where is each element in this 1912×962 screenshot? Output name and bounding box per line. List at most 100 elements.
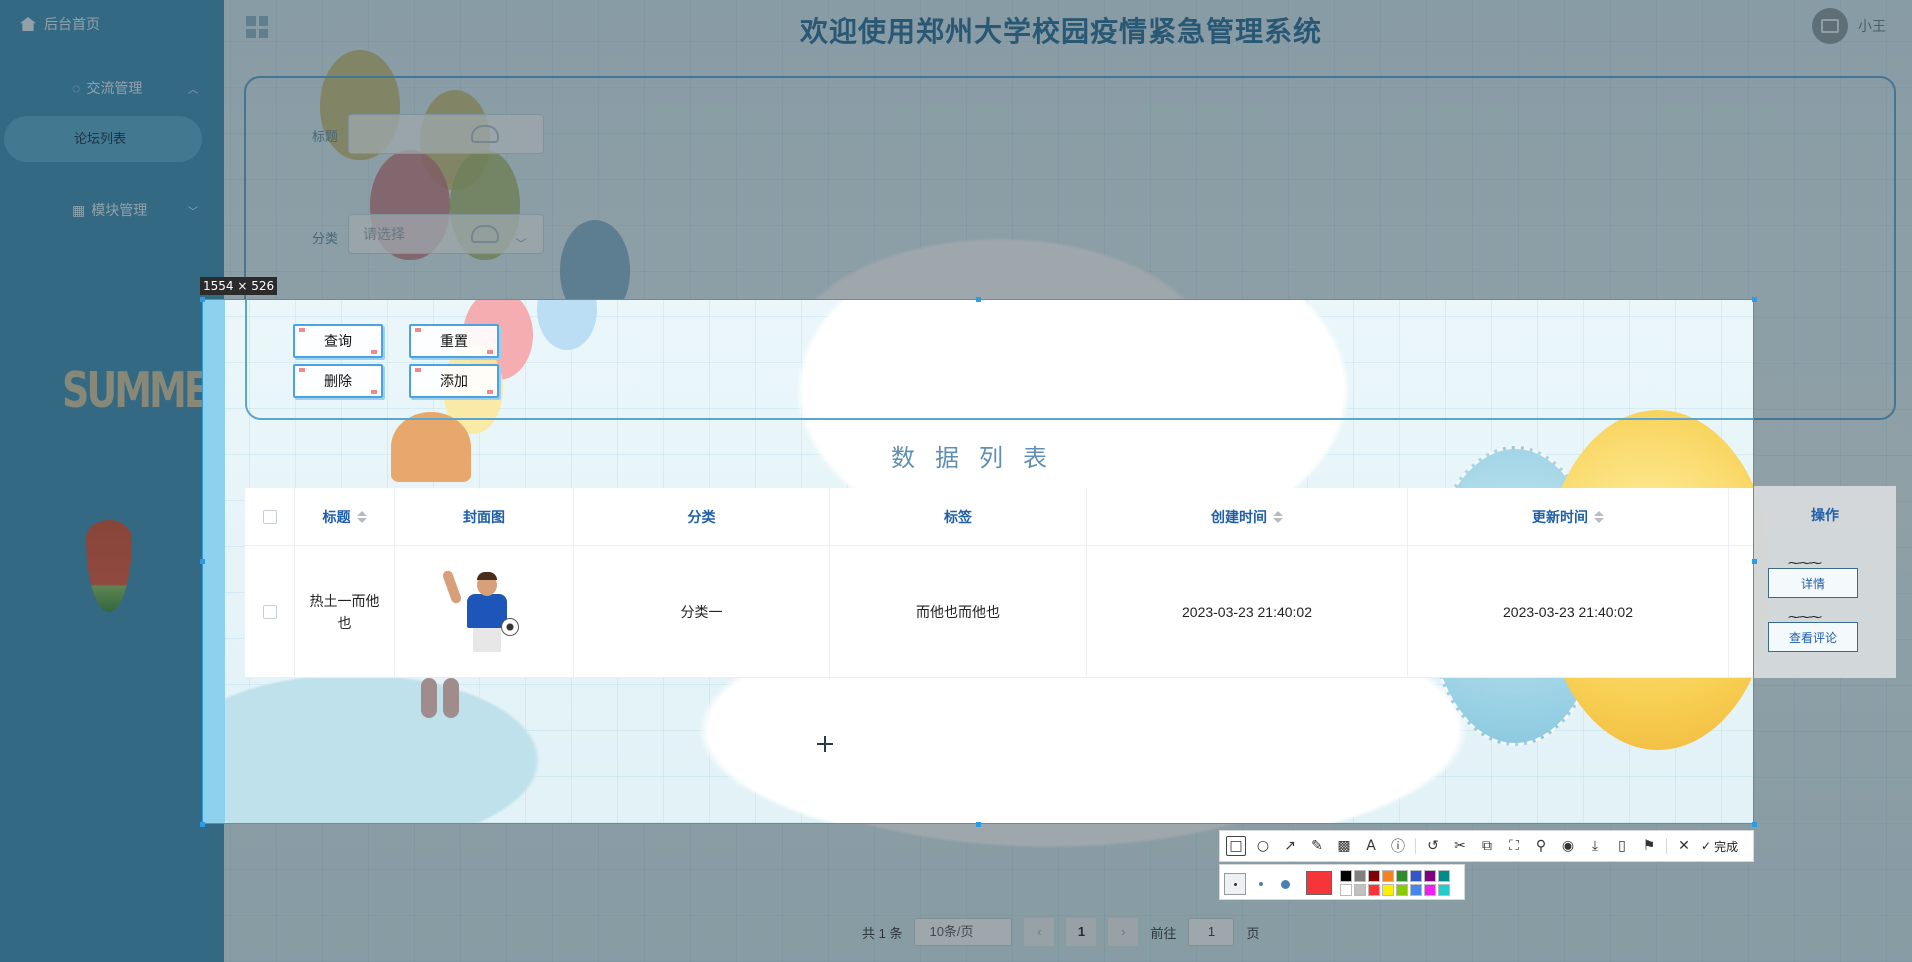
row-checkbox[interactable]	[262, 604, 277, 619]
number-icon[interactable]: ⓘ	[1388, 836, 1408, 856]
chevron-up-icon: ︿	[188, 84, 198, 96]
sidebar-item-module[interactable]: ▦ 模块管理 ﹀	[72, 200, 198, 220]
large-dot-size-button[interactable]	[1274, 873, 1296, 895]
sort-icon[interactable]	[1273, 510, 1283, 523]
table-header: 标题 封面图 分类 标签 创建时间 更新时间	[245, 488, 1753, 546]
color-swatch[interactable]	[1396, 870, 1408, 882]
title-search-input[interactable]	[348, 114, 544, 154]
color-swatch[interactable]	[1382, 870, 1394, 882]
category-placeholder: 请选择	[363, 226, 405, 242]
operations-column: 操作 ⁓⁓⁓ 详情 ⁓⁓⁓ 查看评论	[1754, 486, 1896, 678]
sidebar-item-communication[interactable]: ◌ 交流管理 ︿	[72, 78, 198, 98]
bookmark-icon[interactable]: ⚑	[1639, 836, 1659, 856]
close-icon[interactable]: ✕	[1674, 836, 1694, 856]
resize-handle[interactable]	[200, 822, 205, 827]
detail-button[interactable]: 详情	[1768, 568, 1858, 598]
col-created[interactable]: 创建时间	[1087, 488, 1408, 545]
search-panel-border	[245, 300, 1753, 420]
ellipse-icon[interactable]: ○	[1253, 836, 1273, 856]
sidebar-menu2-label: 模块管理	[91, 202, 148, 218]
medium-dot-size-button[interactable]	[1250, 873, 1272, 895]
color-swatch[interactable]	[1382, 884, 1394, 896]
sort-icon[interactable]	[356, 510, 367, 523]
mosaic-icon[interactable]: ▩	[1334, 836, 1354, 856]
goto-page-input[interactable]: 1	[1188, 918, 1235, 946]
menu-toggle-icon[interactable]	[246, 16, 268, 38]
select-all-checkbox[interactable]	[262, 509, 277, 524]
small-dot-size-button[interactable]	[1224, 873, 1246, 895]
cell-ops-partial	[1729, 546, 1753, 677]
page-number[interactable]: 1	[1066, 918, 1097, 946]
category-select[interactable]: 请选择 ﹀	[348, 214, 544, 254]
scroll-capture-icon[interactable]: ⛶	[1504, 836, 1524, 856]
color-swatch[interactable]	[1368, 870, 1380, 882]
goto-label: 前往	[1150, 925, 1177, 941]
cloud-icon	[471, 225, 499, 243]
capture-selection[interactable]: 查询 重置 删除 添加 数据列表 标题 封面图 分类 标签 创建时间 更新时间 …	[202, 299, 1754, 824]
resize-handle[interactable]	[200, 559, 205, 564]
pin-icon[interactable]: ⚲	[1531, 836, 1551, 856]
page-suffix: 页	[1246, 925, 1260, 941]
color-swatches	[1340, 870, 1450, 896]
view-comments-button[interactable]: 查看评论	[1768, 622, 1858, 652]
done-button[interactable]: ✓ 完成	[1701, 838, 1738, 855]
col-updated[interactable]: 更新时间	[1408, 488, 1729, 545]
undo-icon[interactable]: ↺	[1423, 836, 1443, 856]
color-swatch[interactable]	[1340, 870, 1352, 882]
query-button[interactable]: 查询	[293, 324, 383, 358]
delete-button[interactable]: 删除	[293, 364, 383, 398]
prev-page-button[interactable]: ‹	[1024, 918, 1055, 946]
resize-handle[interactable]	[1752, 559, 1757, 564]
color-swatch[interactable]	[1424, 870, 1436, 882]
rectangle-icon[interactable]: □	[1226, 836, 1246, 856]
color-swatch[interactable]	[1396, 884, 1408, 896]
pagination: 共 1 条 10条/页 ‹ 1 › 前往 1 页	[862, 918, 1260, 946]
color-swatch[interactable]	[1424, 884, 1436, 896]
sort-icon[interactable]	[1594, 510, 1604, 523]
record-icon[interactable]: ◉	[1558, 836, 1578, 856]
list-title: 数据列表	[891, 445, 1067, 472]
color-swatch[interactable]	[1410, 870, 1422, 882]
color-swatch[interactable]	[1340, 884, 1352, 896]
col-title[interactable]: 标题	[295, 488, 395, 545]
add-button[interactable]: 添加	[409, 364, 499, 398]
resize-handle[interactable]	[1752, 297, 1757, 302]
color-swatch[interactable]	[1354, 884, 1366, 896]
color-swatch[interactable]	[1410, 884, 1422, 896]
sidebar-item-home[interactable]: 后台首页	[20, 14, 100, 34]
sidebar-item-forum-list[interactable]: 论坛列表	[4, 116, 202, 162]
title-filter-label: 标题	[312, 129, 339, 144]
crosshair-cursor-icon	[817, 736, 833, 752]
color-swatch[interactable]	[1368, 884, 1380, 896]
done-icon: ✓	[1701, 839, 1712, 853]
ocr-icon[interactable]: ⧉	[1477, 836, 1497, 856]
color-swatch[interactable]	[1438, 884, 1450, 896]
resize-handle[interactable]	[1752, 822, 1757, 827]
watermelon-decoration	[86, 520, 132, 612]
col-updated-label: 更新时间	[1532, 508, 1588, 525]
long-capture-icon[interactable]: ▯	[1612, 836, 1632, 856]
cell-category: 分类一	[574, 546, 830, 677]
arrow-icon[interactable]: ↗	[1280, 836, 1300, 856]
next-page-button[interactable]: ›	[1108, 918, 1139, 946]
avatar	[1812, 8, 1848, 44]
page-title: 欢迎使用郑州大学校园疫情紧急管理系统	[800, 16, 1323, 47]
screenshot-cut-icon[interactable]: ✂	[1450, 836, 1470, 856]
color-swatch[interactable]	[1354, 870, 1366, 882]
page-size-select[interactable]: 10条/页	[914, 918, 1013, 946]
user-menu[interactable]: 小王	[1812, 8, 1886, 44]
pen-icon[interactable]: ✎	[1307, 836, 1327, 856]
girl-legs-illustration	[411, 678, 467, 734]
current-color-swatch[interactable]	[1306, 871, 1332, 895]
col-ops-partial	[1729, 488, 1753, 545]
resize-handle[interactable]	[200, 297, 205, 302]
cover-image[interactable]	[437, 565, 531, 658]
save-icon[interactable]: ⤓	[1585, 836, 1605, 856]
reset-button[interactable]: 重置	[409, 324, 499, 358]
text-icon[interactable]: A	[1361, 836, 1381, 856]
resize-handle[interactable]	[976, 297, 981, 302]
toolbar-divider	[1666, 838, 1667, 854]
chat-icon: ◌	[72, 80, 81, 96]
color-swatch[interactable]	[1438, 870, 1450, 882]
resize-handle[interactable]	[976, 822, 981, 827]
